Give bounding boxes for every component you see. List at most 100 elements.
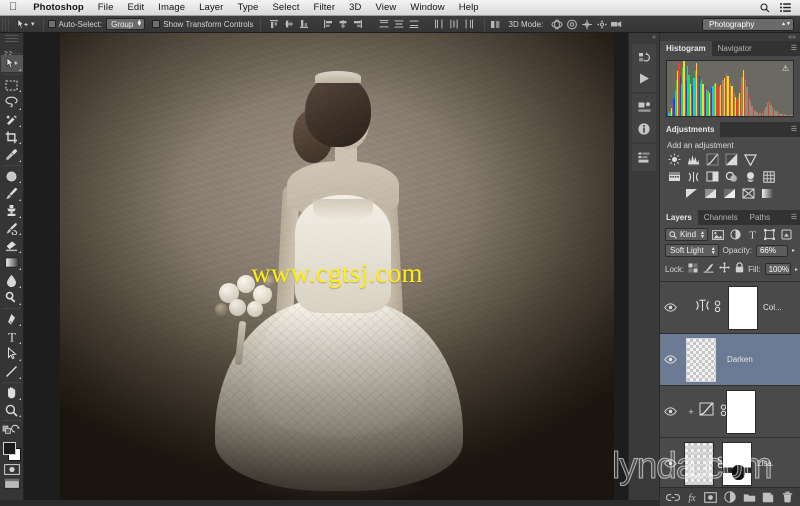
- fill-stepper-icon[interactable]: ▸: [795, 266, 798, 273]
- screen-mode-button[interactable]: [2, 477, 21, 491]
- color-lookup-icon[interactable]: [762, 170, 776, 183]
- cached-data-warning-icon[interactable]: ⚠: [782, 64, 789, 73]
- lock-image-pixels-icon[interactable]: [703, 260, 714, 278]
- pixel-filter-icon[interactable]: [712, 228, 725, 241]
- layer-mask-thumbnail[interactable]: [726, 389, 756, 434]
- layer-thumbnail[interactable]: [686, 337, 716, 382]
- quick-mask-mode-button[interactable]: [2, 463, 21, 477]
- 3d-slide-icon[interactable]: [595, 18, 608, 31]
- new-adjustment-layer-icon[interactable]: [723, 490, 737, 504]
- list-menu-icon[interactable]: [780, 3, 791, 12]
- invert-icon[interactable]: [684, 187, 698, 200]
- panel-menu-icon[interactable]: ☰: [791, 44, 797, 52]
- align-right-edges-icon[interactable]: [352, 18, 365, 31]
- crop-tool[interactable]: [1, 129, 23, 146]
- move-tool-icon[interactable]: ▾: [11, 18, 39, 30]
- lasso-tool[interactable]: [1, 94, 23, 111]
- menu-item-filter[interactable]: Filter: [306, 2, 342, 13]
- shape-filter-icon[interactable]: [763, 228, 776, 241]
- toolbox-collapse-arrows-icon[interactable]: [1, 43, 23, 56]
- lock-all-icon[interactable]: [735, 260, 744, 278]
- show-transform-checkbox[interactable]: [152, 20, 161, 28]
- pen-tool[interactable]: [1, 310, 23, 327]
- smart-object-filter-icon[interactable]: [780, 228, 793, 241]
- add-layer-mask-icon[interactable]: [704, 490, 718, 504]
- layer-style-fx-icon[interactable]: fx: [685, 490, 699, 504]
- type-filter-icon[interactable]: T: [746, 228, 759, 241]
- link-layers-icon[interactable]: [665, 490, 680, 504]
- layer-visibility-toggle[interactable]: [660, 355, 680, 364]
- image-canvas[interactable]: www.cgtsj.com: [60, 33, 614, 500]
- spot-healing-brush-tool[interactable]: [1, 167, 23, 184]
- opacity-field[interactable]: 66%: [755, 244, 788, 257]
- menu-item-help[interactable]: Help: [452, 2, 486, 13]
- mini-dock-expand-icon[interactable]: «: [629, 33, 659, 42]
- menu-item-photoshop[interactable]: Photoshop: [26, 2, 91, 13]
- path-selection-tool[interactable]: [1, 345, 23, 362]
- layer-filter-kind-dropdown[interactable]: Kind ▲ ▼: [665, 228, 708, 241]
- curves-icon[interactable]: [705, 153, 719, 166]
- new-layer-icon[interactable]: [761, 490, 775, 504]
- clone-stamp-tool[interactable]: [1, 202, 23, 219]
- layer-mask-thumbnail[interactable]: [722, 441, 752, 486]
- opacity-stepper-icon[interactable]: ▸: [792, 247, 795, 254]
- layer-visibility-toggle[interactable]: [660, 407, 680, 416]
- align-bottom-edges-icon[interactable]: [298, 18, 311, 31]
- table-row[interactable]: Col...: [660, 282, 800, 334]
- table-row[interactable]: Darken: [660, 334, 800, 386]
- brightness-contrast-icon[interactable]: [667, 153, 681, 166]
- black-white-icon[interactable]: [705, 170, 719, 183]
- color-balance-icon[interactable]: [686, 170, 700, 183]
- properties-panel-icon[interactable]: [632, 97, 656, 118]
- move-tool[interactable]: [0, 55, 23, 73]
- 3d-roll-icon[interactable]: [565, 18, 578, 31]
- brush-tool[interactable]: [1, 185, 23, 202]
- hue-saturation-icon[interactable]: [667, 170, 681, 183]
- options-bar-grip[interactable]: [2, 17, 11, 31]
- distribute-top-edges-icon[interactable]: [378, 18, 391, 31]
- quick-selection-tool[interactable]: [1, 111, 23, 128]
- tab-channels[interactable]: Channels: [698, 210, 744, 225]
- 3d-camera-icon[interactable]: [610, 18, 623, 31]
- layer-thumbnail[interactable]: [683, 441, 714, 486]
- layer-thumbnail-group[interactable]: [680, 441, 728, 486]
- foreground-color-swatch[interactable]: [2, 441, 16, 455]
- distribute-bottom-edges-icon[interactable]: [408, 18, 421, 31]
- distribute-horizontal-centers-icon[interactable]: [448, 18, 461, 31]
- exposure-icon[interactable]: [724, 153, 738, 166]
- delete-layer-icon[interactable]: [780, 490, 794, 504]
- menu-item-edit[interactable]: Edit: [120, 2, 151, 13]
- 3d-pan-icon[interactable]: [580, 18, 593, 31]
- history-panel-icon[interactable]: [632, 47, 656, 68]
- table-row[interactable]: Lisa.: [660, 438, 800, 490]
- eraser-tool[interactable]: [1, 237, 23, 254]
- actions-play-icon[interactable]: [632, 68, 656, 89]
- search-icon[interactable]: [760, 2, 770, 13]
- table-row[interactable]: +: [660, 386, 800, 438]
- posterize-icon[interactable]: [703, 187, 717, 200]
- horizontal-type-tool[interactable]: T: [1, 328, 23, 345]
- apple-logo-icon[interactable]: : [9, 2, 17, 13]
- tab-adjustments[interactable]: Adjustments: [660, 122, 721, 137]
- workspace-selector[interactable]: Photography ▲▼: [702, 17, 794, 31]
- color-swatches[interactable]: [1, 439, 23, 463]
- distribute-vertical-centers-icon[interactable]: [393, 18, 406, 31]
- dodge-tool[interactable]: [1, 289, 23, 306]
- tab-histogram[interactable]: Histogram: [660, 41, 712, 56]
- line-shape-tool[interactable]: [1, 363, 23, 380]
- toolbox-grip[interactable]: [5, 35, 18, 42]
- layer-mask-thumbnail[interactable]: [728, 285, 758, 330]
- tab-navigator[interactable]: Navigator: [712, 41, 758, 56]
- auto-align-layers-icon[interactable]: [489, 18, 502, 31]
- menu-item-window[interactable]: Window: [403, 2, 451, 13]
- auto-select-dropdown[interactable]: Group ▲ ▼: [106, 18, 146, 30]
- eyedropper-tool[interactable]: [1, 146, 23, 163]
- menu-item-image[interactable]: Image: [151, 2, 192, 13]
- extra-tools-row[interactable]: [1, 423, 23, 437]
- menu-item-3d[interactable]: 3D: [342, 2, 368, 13]
- lock-transparent-pixels-icon[interactable]: [688, 260, 698, 278]
- tab-layers[interactable]: Layers: [660, 210, 698, 225]
- rectangular-marquee-tool[interactable]: [1, 76, 23, 93]
- hand-tool[interactable]: [1, 384, 23, 401]
- auto-select-checkbox[interactable]: [47, 20, 56, 28]
